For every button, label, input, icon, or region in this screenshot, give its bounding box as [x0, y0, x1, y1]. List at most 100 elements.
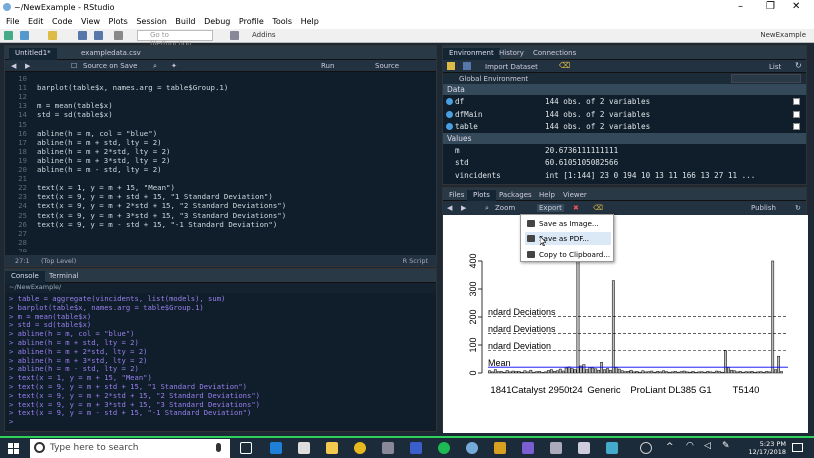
data-row[interactable]: table 144 obs. of 2 variables	[443, 120, 806, 133]
goto-file-input[interactable]: Go to file/function	[137, 30, 213, 48]
tab-environment[interactable]: Environment	[443, 48, 500, 60]
app4-icon[interactable]	[578, 442, 590, 454]
maximize-icon[interactable]: ❐	[766, 1, 775, 12]
windows-start-icon[interactable]	[8, 443, 19, 454]
back-icon[interactable]: ◀	[11, 62, 16, 70]
save-as-pdf-item[interactable]: Save as PDF...	[525, 232, 611, 245]
wand-icon[interactable]: ✦	[171, 62, 177, 70]
source-on-save-checkbox[interactable]: ☐	[71, 62, 77, 70]
close-icon[interactable]: ✕	[792, 1, 800, 12]
source-button[interactable]: Source	[375, 62, 399, 70]
menu-tools[interactable]: Tools	[272, 17, 292, 26]
data-row[interactable]: dfMain 144 obs. of 2 variables	[443, 108, 806, 121]
file-explorer-icon[interactable]	[326, 442, 338, 454]
zoom-icon[interactable]: ⌕	[485, 204, 489, 213]
people-icon[interactable]	[640, 442, 652, 454]
open-file-icon[interactable]	[48, 31, 57, 40]
tray-chevron-icon[interactable]: ^	[666, 442, 674, 452]
task-view-icon[interactable]	[240, 442, 252, 454]
menu-debug[interactable]: Debug	[204, 17, 230, 26]
spotify-icon[interactable]	[438, 442, 450, 454]
data-row[interactable]: df 144 obs. of 2 variables	[443, 95, 806, 108]
run-button[interactable]: Run	[321, 62, 334, 70]
copy-to-clipboard-item[interactable]: Copy to Clipboard...	[525, 248, 610, 261]
tab-console[interactable]: Console	[5, 271, 45, 283]
cursor-position: 27:1	[15, 257, 30, 265]
new-file-icon[interactable]	[4, 31, 13, 40]
project-menu[interactable]: NewExample	[760, 31, 806, 39]
tab-history[interactable]: History	[493, 48, 530, 60]
menu-profile[interactable]: Profile	[239, 17, 264, 26]
menu-edit[interactable]: Edit	[28, 17, 44, 26]
tab-exampledata[interactable]: exampledata.csv	[75, 48, 147, 60]
value-row[interactable]: vincidents int [1:144] 23 0 194 10 13 11 …	[443, 169, 806, 182]
addins-menu[interactable]: Addins	[252, 31, 276, 39]
new-project-icon[interactable]	[20, 31, 29, 40]
expand-icon[interactable]	[446, 110, 453, 118]
global-environment-menu[interactable]: Global Environment	[459, 75, 528, 83]
refresh-icon[interactable]: ↻	[795, 61, 802, 70]
chart-app-icon[interactable]	[494, 442, 506, 454]
env-search-input[interactable]	[731, 74, 801, 83]
save-workspace-icon[interactable]	[463, 62, 471, 70]
forward-icon[interactable]: ▶	[25, 62, 30, 70]
code-area[interactable]: 10 11 barplot(table$x, names.arg = table$G…	[5, 72, 436, 252]
minimize-icon[interactable]: –	[738, 1, 743, 12]
publish-button[interactable]: Publish	[751, 204, 776, 212]
next-plot-icon[interactable]: ▶	[461, 204, 466, 212]
bar	[597, 369, 601, 374]
view-table-icon[interactable]	[793, 110, 800, 118]
notifications-icon[interactable]	[792, 443, 803, 452]
edge-icon[interactable]	[270, 442, 282, 454]
volume-icon[interactable]: ◁	[704, 441, 711, 451]
search-icon[interactable]: ⌕	[153, 62, 157, 71]
prev-plot-icon[interactable]: ◀	[447, 204, 452, 212]
broom-icon[interactable]: ⌫	[559, 61, 570, 70]
save-all-icon[interactable]	[94, 31, 103, 40]
app3-icon[interactable]	[550, 442, 562, 454]
menu-plots[interactable]: Plots	[109, 17, 128, 26]
app-icon[interactable]	[410, 442, 422, 454]
pen-icon[interactable]: ✎	[722, 441, 730, 451]
view-table-icon[interactable]	[793, 98, 800, 105]
menu-view[interactable]: View	[81, 17, 100, 26]
remove-plot-icon[interactable]: ✖	[573, 204, 579, 212]
app2-icon[interactable]	[522, 442, 534, 454]
photos-icon[interactable]	[382, 442, 394, 454]
menu-code[interactable]: Code	[52, 17, 72, 26]
value-row[interactable]: std 60.6105105082566	[443, 156, 806, 169]
grid-icon[interactable]	[230, 31, 239, 40]
clear-plots-icon[interactable]: ⌫	[593, 204, 603, 212]
app5-icon[interactable]	[606, 442, 618, 454]
tab-connections[interactable]: Connections	[527, 48, 582, 60]
open-icon[interactable]	[447, 62, 455, 70]
tab-untitled1[interactable]: Untitled1*	[9, 48, 57, 60]
chrome-icon[interactable]	[354, 442, 366, 454]
mail-icon[interactable]	[298, 442, 310, 454]
menu-file[interactable]: File	[6, 17, 19, 26]
network-icon[interactable]: ◠	[686, 441, 694, 451]
zoom-button[interactable]: Zoom	[495, 204, 515, 212]
taskbar-clock[interactable]: 5:23 PM 12/17/2018	[749, 440, 786, 456]
expand-icon[interactable]	[446, 123, 453, 130]
save-as-image-item[interactable]: Save as Image...	[525, 217, 599, 230]
taskbar-search-input[interactable]: Type here to search	[30, 439, 230, 458]
import-dataset-button[interactable]: Import Dataset	[485, 63, 538, 71]
menu-help[interactable]: Help	[301, 17, 319, 26]
scope-indicator[interactable]: (Top Level)	[41, 257, 76, 265]
menu-session[interactable]: Session	[136, 17, 167, 26]
print-icon[interactable]	[114, 31, 123, 40]
save-icon[interactable]	[78, 31, 87, 40]
tab-terminal[interactable]: Terminal	[43, 271, 85, 283]
expand-icon[interactable]	[446, 98, 453, 105]
rstudio-taskbar-icon[interactable]	[466, 442, 478, 454]
refresh-plot-icon[interactable]: ↻	[795, 204, 801, 212]
value-row[interactable]: m 20.6736111111111	[443, 144, 806, 157]
menu-build[interactable]: Build	[175, 17, 195, 26]
list-view-menu[interactable]: List	[769, 63, 781, 71]
file-type[interactable]: R Script	[403, 257, 428, 265]
export-button[interactable]: Export	[537, 204, 564, 212]
microphone-icon[interactable]	[216, 443, 221, 452]
view-table-icon[interactable]	[793, 123, 800, 130]
data-list: df 144 obs. of 2 variables dfMain 144 obs. …	[443, 95, 806, 133]
